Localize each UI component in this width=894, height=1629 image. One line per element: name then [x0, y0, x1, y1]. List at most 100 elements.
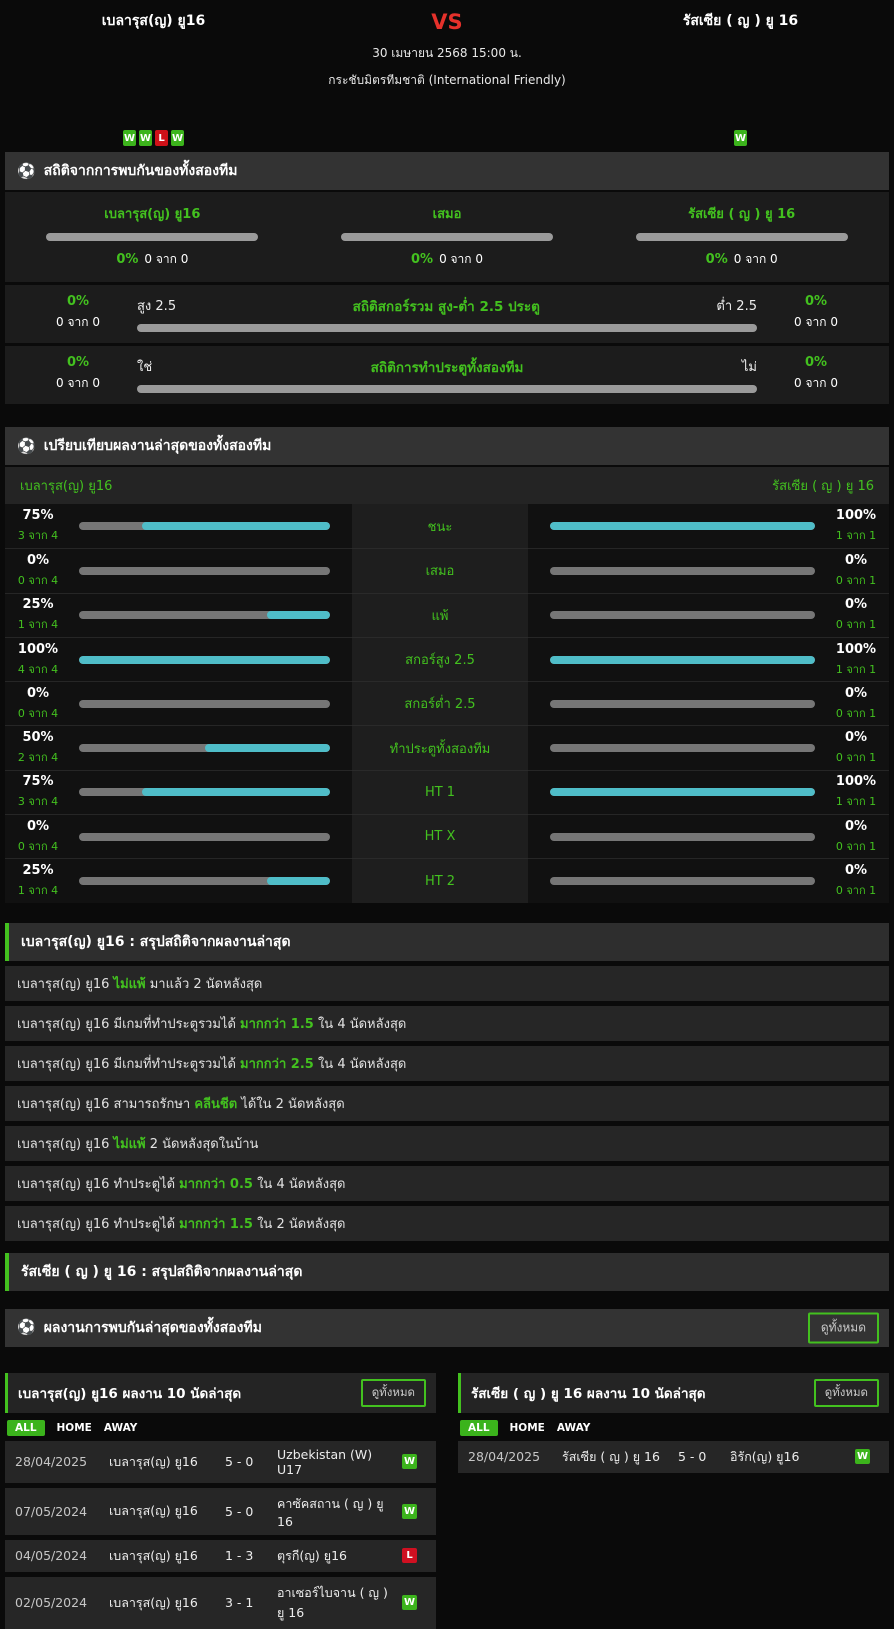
h2h-right-label: ไม่	[742, 356, 757, 377]
away-percent: 0%	[823, 863, 889, 878]
summary-text: ใน 4 นัดหลังสุด	[314, 1057, 407, 1072]
away-percent: 0%	[823, 819, 889, 834]
summary-text: เบลารุส(ญ) ยู16 มีเกมที่ทำประตูรวมได้	[17, 1017, 240, 1032]
stat-bar	[79, 744, 330, 752]
match-date: 04/05/2024	[15, 1548, 105, 1563]
away-percent: 0%	[823, 730, 889, 745]
summary-highlight: มากกว่า 1.5	[179, 1217, 253, 1232]
h2h-labels: สูง 2.5สถิติสกอร์รวม สูง-ต่ำ 2.5 ประตูต่…	[137, 295, 757, 317]
summary-text: เบลารุส(ญ) ยู16 มีเกมที่ทำประตูรวมได้	[17, 1057, 240, 1072]
away-percent-block: 0%0 จาก 1	[823, 553, 889, 589]
compare-row-label: HT X	[352, 814, 528, 858]
h2h-count: 0 จาก 0	[757, 313, 875, 332]
stat-bar-fill	[267, 611, 330, 619]
summary-stat-row: เบลารุส(ญ) ยู16 ไม่แพ้ 2 นัดหลังสุดในบ้า…	[5, 1126, 889, 1161]
away-count: 0 จาก 1	[823, 615, 889, 633]
match-away-team: คาซัคสถาน ( ญ ) ยู 16	[277, 1494, 398, 1529]
match-away-team: ตุรกี(ญ) ยู16	[277, 1546, 398, 1566]
compare-row-label: ทำประตูทั้งสองทีม	[352, 725, 528, 769]
h2h-right-stat: 0%0 จาก 0	[757, 294, 875, 332]
compare-row: 100%4 จาก 4สกอร์สูง 2.5100%1 จาก 1	[5, 637, 889, 681]
tab-home[interactable]: HOME	[57, 1422, 92, 1434]
home-count: 4 จาก 4	[5, 660, 71, 678]
compare-home-cell: 75%3 จาก 4	[5, 770, 352, 814]
match-score: 5 - 0	[678, 1449, 726, 1464]
match-home-team: เบลารุส(ญ) ยู16	[109, 1452, 221, 1472]
away-count: 1 จาก 1	[823, 660, 889, 678]
view-all-button[interactable]: ดูทั้งหมด	[814, 1379, 879, 1407]
stat-bar	[550, 656, 815, 664]
h2h-percent: 0%	[411, 252, 433, 267]
away-percent-block: 0%0 จาก 1	[823, 597, 889, 633]
compare-row-label: เสมอ	[352, 548, 528, 592]
compare-away-cell: 100%1 จาก 1	[528, 504, 889, 548]
stat-bar-fill	[79, 656, 330, 664]
view-all-button[interactable]: ดูทั้งหมด	[361, 1379, 426, 1407]
away-panel-tabs: ALL HOME AWAY	[458, 1420, 889, 1436]
view-all-button[interactable]: ดูทั้งหมด	[808, 1312, 879, 1343]
compare-section: ⚽ เปรียบเทียบผลงานล่าสุดของทั้งสองทีม เบ…	[5, 427, 889, 903]
stat-bar	[550, 833, 815, 841]
match-row[interactable]: 28/04/2025รัสเซีย ( ญ ) ยู 165 - 0อิรัก(…	[458, 1441, 889, 1473]
stat-bar-fill	[267, 877, 330, 885]
home-percent: 100%	[5, 642, 71, 657]
home-percent: 0%	[5, 819, 71, 834]
match-header: เบลารุส(ญ) ยู16 WWLW VS 30 เมษายน 2568 1…	[0, 0, 894, 152]
match-home-team: เบลารุส(ญ) ยู16	[109, 1593, 221, 1613]
tab-all[interactable]: ALL	[7, 1420, 45, 1436]
recent-section-title: ผลงานการพบกันล่าสุดของทั้งสองทีม	[44, 1317, 262, 1339]
h2h-stat-row: 0%0 จาก 0สูง 2.5สถิติสกอร์รวม สูง-ต่ำ 2.…	[5, 285, 889, 343]
stat-bar	[79, 700, 330, 708]
compare-home-cell: 75%3 จาก 4	[5, 504, 352, 548]
summary-highlight: คลีนชีต	[194, 1097, 237, 1112]
compare-row-label: HT 2	[352, 858, 528, 902]
form-badge-l: L	[155, 130, 168, 146]
stat-bar	[79, 522, 330, 530]
match-row[interactable]: 02/05/2024เบลารุส(ญ) ยู163 - 1อาเซอร์ไบจ…	[5, 1577, 436, 1629]
home-percent-block: 25%1 จาก 4	[5, 597, 71, 633]
summary-highlight: ไม่แพ้	[114, 1137, 146, 1152]
match-row[interactable]: 04/05/2024เบลารุส(ญ) ยู161 - 3ตุรกี(ญ) ย…	[5, 1540, 436, 1572]
match-score: 5 - 0	[225, 1454, 273, 1469]
compare-row: 25%1 จาก 4 แพ้ 0%0 จาก 1	[5, 593, 889, 637]
match-row[interactable]: 07/05/2024เบลารุส(ญ) ยู165 - 0คาซัคสถาน …	[5, 1488, 436, 1535]
compare-row-label: แพ้	[352, 593, 528, 637]
h2h-count: 0 จาก 0	[19, 313, 137, 332]
soccer-ball-icon: ⚽	[17, 1320, 36, 1335]
home-percent-block: 0%0 จาก 4	[5, 686, 71, 722]
compare-row-label: สกอร์สูง 2.5	[352, 637, 528, 681]
tab-away[interactable]: AWAY	[557, 1422, 591, 1434]
result-badge-w: W	[402, 1454, 417, 1469]
home-percent-block: 50%2 จาก 4	[5, 730, 71, 766]
compare-away-cell: 0%0 จาก 1	[528, 814, 889, 858]
away-percent: 0%	[823, 553, 889, 568]
compare-away-cell: 0%0 จาก 1	[528, 593, 889, 637]
home-summary-header: เบลารุส(ญ) ยู16 : สรุปสถิติจากผลงานล่าสุ…	[5, 923, 889, 961]
h2h-column-stats: 0%0 จาก 0	[300, 250, 595, 269]
recent-section: ⚽ ผลงานการพบกันล่าสุดของทั้งสองทีม ดูทั้…	[5, 1309, 889, 1347]
home-percent-block: 0%0 จาก 4	[5, 819, 71, 855]
home-percent: 0%	[5, 686, 71, 701]
h2h-count: 0 จาก 0	[19, 374, 137, 393]
h2h-count: 0 จาก 0	[734, 252, 778, 266]
h2h-left-label: ใช่	[137, 356, 152, 377]
away-percent-block: 100%1 จาก 1	[823, 508, 889, 544]
result-badge-l: L	[402, 1548, 417, 1563]
match-score: 1 - 3	[225, 1548, 273, 1563]
summary-text: เบลารุส(ญ) ยู16 ทำประตูได้	[17, 1217, 179, 1232]
home-count: 2 จาก 4	[5, 748, 71, 766]
h2h-percent: 0%	[706, 252, 728, 267]
away-percent-block: 0%0 จาก 1	[823, 819, 889, 855]
away-panel-header: รัสเซีย ( ญ ) ยู 16 ผลงาน 10 นัดล่าสุดดู…	[458, 1373, 889, 1413]
vs-label: VS	[307, 10, 587, 34]
tab-home[interactable]: HOME	[510, 1422, 545, 1434]
summary-stat-row: เบลารุส(ญ) ยู16 มีเกมที่ทำประตูรวมได้ มา…	[5, 1046, 889, 1081]
match-date: 07/05/2024	[15, 1504, 105, 1519]
h2h-main-row: เบลารุส(ญ) ยู160%0 จาก 0เสมอ0%0 จาก 0รัส…	[5, 192, 889, 282]
h2h-percent: 0%	[19, 355, 137, 370]
match-row[interactable]: 28/04/2025เบลารุส(ญ) ยู165 - 0Uzbekistan…	[5, 1441, 436, 1483]
tab-away[interactable]: AWAY	[104, 1422, 138, 1434]
tab-all[interactable]: ALL	[460, 1420, 498, 1436]
home-panel-tabs: ALL HOME AWAY	[5, 1420, 436, 1436]
home-summary-rows: เบลารุส(ญ) ยู16 ไม่แพ้ มาแล้ว 2 นัดหลังส…	[0, 966, 894, 1241]
